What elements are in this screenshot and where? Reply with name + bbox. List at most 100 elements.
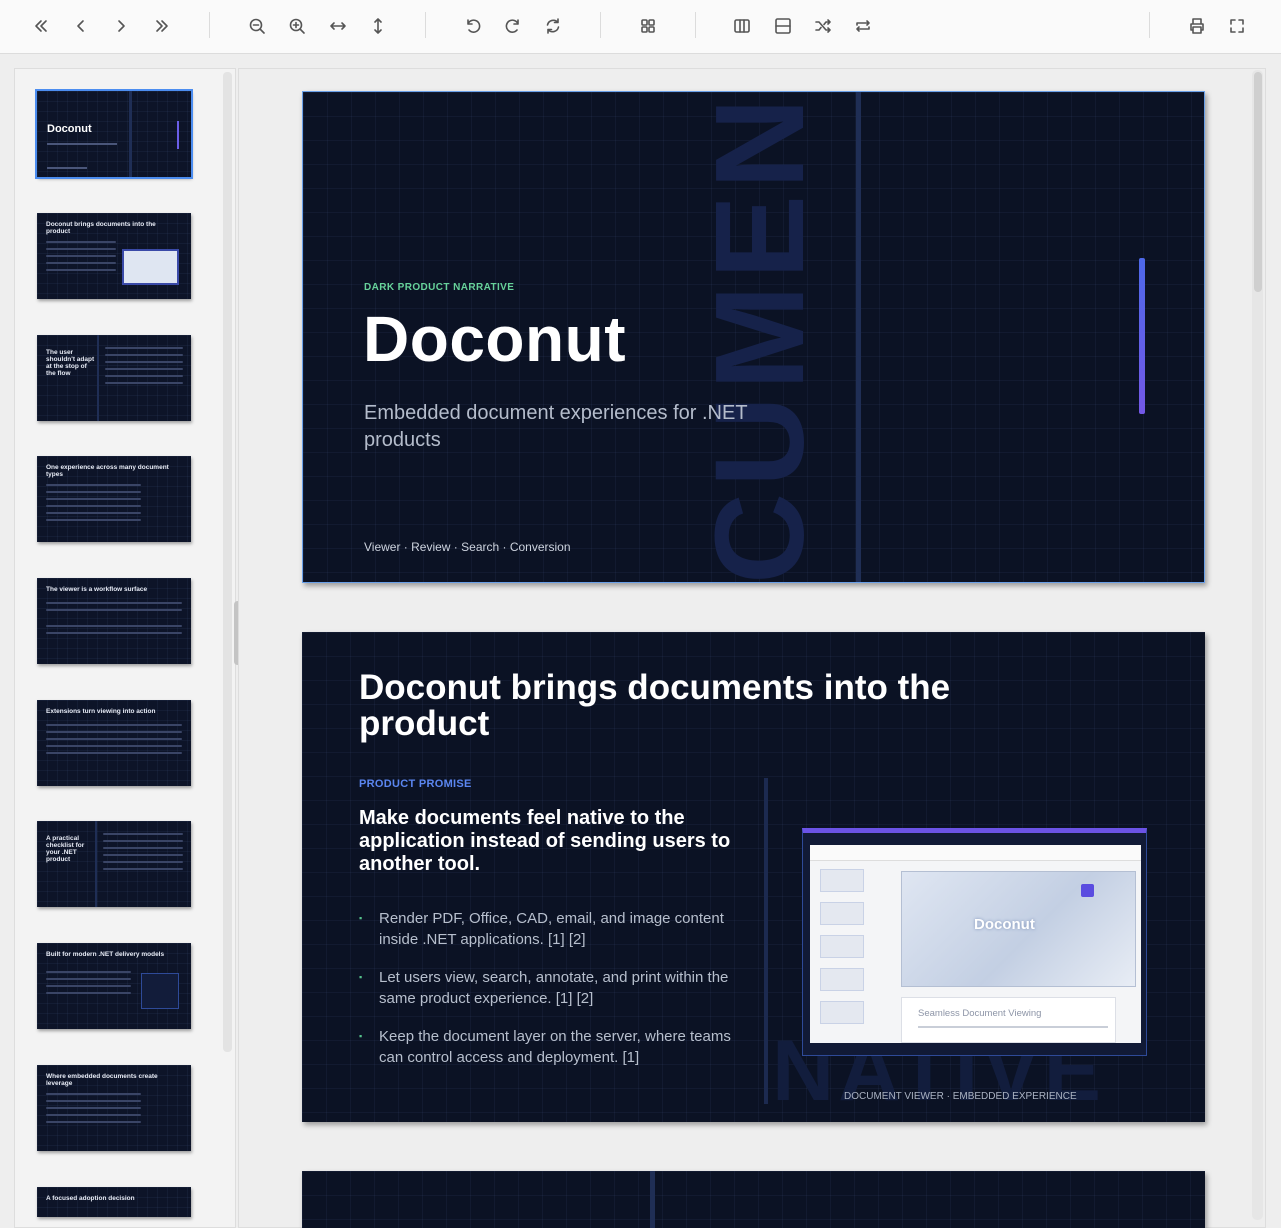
thumbnail-title: Extensions turn viewing into action [46, 708, 156, 715]
print-icon [1190, 18, 1204, 34]
rotate-left-button[interactable] [456, 9, 490, 43]
thumbnail-text-lines [46, 1093, 141, 1128]
last-page-icon [156, 20, 168, 32]
thumbnail-divider [97, 335, 99, 421]
rotate-right-icon [505, 19, 519, 33]
previous-page-icon [77, 20, 84, 32]
thumbnail-line [47, 143, 117, 145]
screenshot-sidebar [814, 865, 872, 1041]
thumbnail-title: One experience across many document type… [46, 464, 169, 478]
shuffle-icon [815, 19, 831, 33]
next-page-icon [118, 20, 125, 32]
first-page-button[interactable] [24, 9, 58, 43]
toolbar-divider [1149, 12, 1150, 38]
page-thumbnail-6[interactable]: Extensions turn viewing into action [37, 700, 191, 786]
page-thumbnail-3[interactable]: The user shouldn't adapt at the stop of … [37, 335, 191, 421]
reset-rotation-button[interactable] [536, 9, 570, 43]
zoom-out-icon [249, 18, 265, 34]
two-page-button[interactable] [725, 9, 759, 43]
zoom-in-button[interactable] [280, 9, 314, 43]
repeat-button[interactable] [846, 9, 880, 43]
thumbnail-title: A practical checklist for your .NET prod… [46, 835, 85, 863]
thumbnail-text-lines [46, 724, 182, 759]
toolbar [0, 0, 1281, 54]
grid-view-button[interactable] [631, 9, 665, 43]
page-thumbnail-10[interactable]: A focused adoption decision [37, 1187, 191, 1217]
screenshot-viewer: Doconut Seamless Document Viewing [810, 845, 1141, 1043]
print-button[interactable] [1180, 9, 1214, 43]
thumbnail-text-lines [46, 971, 131, 999]
repeat-icon [856, 20, 870, 32]
next-page-button[interactable] [104, 9, 138, 43]
thumbnail-callout [141, 973, 179, 1009]
viewer-scrollbar[interactable] [1254, 72, 1262, 292]
screenshot-card: Seamless Document Viewing [901, 997, 1116, 1043]
product-screenshot: Doconut Seamless Document Viewing [802, 828, 1147, 1056]
toolbar-divider [695, 12, 696, 38]
vertical-divider [856, 92, 861, 582]
eyebrow-label: DARK PRODUCT NARRATIVE [364, 282, 515, 293]
screenshot-badge [1081, 884, 1094, 897]
thumbnail-title: A focused adoption decision [46, 1195, 135, 1202]
fullscreen-button[interactable] [1220, 9, 1254, 43]
fit-height-icon [374, 18, 382, 34]
screenshot-toolbar [810, 845, 1141, 861]
screenshot-thumbnail [820, 902, 864, 925]
reset-rotation-icon [546, 18, 560, 34]
zoom-in-icon [289, 18, 305, 34]
thumbnail-line [47, 167, 87, 169]
rotate-right-button[interactable] [496, 9, 530, 43]
thumbnail-text-lines [46, 241, 116, 276]
page-thumbnail-7[interactable]: A practical checklist for your .NET prod… [37, 821, 191, 907]
fit-width-button[interactable] [321, 9, 355, 43]
thumbnail-title: Built for modern .NET delivery models [46, 951, 165, 958]
lead-statement: Make documents feel native to the applic… [359, 807, 731, 875]
screenshot-card-title: Seamless Document Viewing [918, 1008, 1042, 1019]
thumbnail-accent [177, 121, 179, 149]
page-thumbnail-2[interactable]: Doconut brings documents into the produc… [37, 213, 191, 299]
previous-page-button[interactable] [64, 9, 98, 43]
bullet-item: Keep the document layer on the server, w… [359, 1026, 739, 1068]
accent-bar [1139, 258, 1145, 414]
screenshot-card-line [918, 1026, 1108, 1028]
page-thumbnail-5[interactable]: The viewer is a workflow surface [37, 578, 191, 664]
fit-width-icon [330, 22, 346, 30]
screenshot-thumbnail [820, 1001, 864, 1024]
thumbnail-text-lines [103, 833, 183, 875]
slide-footer: Viewer · Review · Search · Conversion [364, 540, 571, 554]
zoom-out-button[interactable] [240, 9, 274, 43]
thumbnail-text-lines [46, 484, 141, 526]
toolbar-divider [209, 12, 210, 38]
last-page-button[interactable] [145, 9, 179, 43]
vertical-divider [650, 1171, 655, 1228]
thumbnail-title: The user shouldn't adapt at the stop of … [46, 349, 95, 377]
continuous-scroll-button[interactable] [766, 9, 800, 43]
sidebar-scrollbar-track[interactable] [223, 72, 232, 1052]
first-page-icon [35, 20, 47, 32]
thumbnail-divider [95, 821, 97, 907]
thumbnail-divider [129, 91, 132, 177]
screenshot-thumbnail [820, 869, 864, 892]
screenshot-page: Doconut [901, 871, 1136, 987]
grid-view-icon [641, 19, 655, 33]
thumbnail-screenshot [122, 249, 179, 285]
thumbnail-title: Doconut brings documents into the produc… [46, 221, 156, 235]
shuffle-button[interactable] [806, 9, 840, 43]
slide-subtitle: Embedded document experiences for .NET p… [364, 402, 748, 451]
thumbnail-title: Doconut [47, 123, 92, 135]
continuous-scroll-icon [775, 18, 791, 34]
page-2: NATIVE Doconut brings documents into the… [302, 632, 1205, 1122]
fit-height-button[interactable] [361, 9, 395, 43]
page-thumbnail-1[interactable]: Doconut [35, 89, 193, 179]
rotate-left-icon [467, 19, 481, 33]
page-thumbnail-4[interactable]: One experience across many document type… [37, 456, 191, 542]
screenshot-thumbnail [820, 935, 864, 958]
two-page-icon [734, 19, 750, 33]
bullet-list: Render PDF, Office, CAD, email, and imag… [359, 908, 739, 1085]
screenshot-logo: Doconut [974, 916, 1035, 933]
thumbnail-text-lines [105, 347, 183, 389]
vertical-divider [764, 778, 768, 1104]
page-thumbnail-8[interactable]: Built for modern .NET delivery models [37, 943, 191, 1029]
background-grid [302, 1171, 1205, 1228]
page-thumbnail-9[interactable]: Where embedded documents create leverage [37, 1065, 191, 1151]
